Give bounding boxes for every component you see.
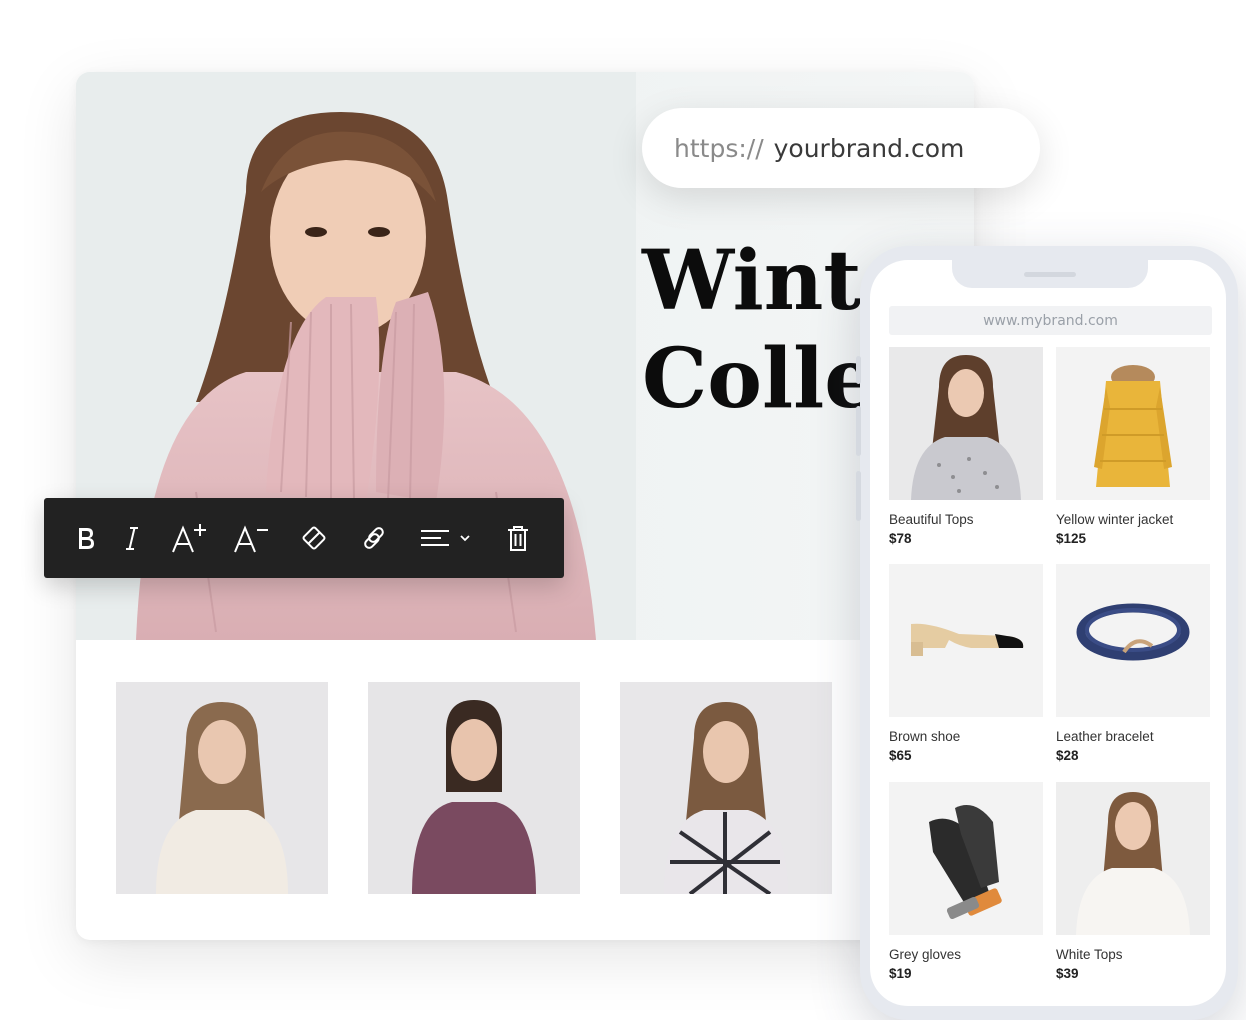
trash-icon xyxy=(508,526,528,551)
product-card[interactable]: Yellow winter jacket $125 xyxy=(1056,347,1210,546)
phone-screen: www.mybrand.com Beautiful Tops $78 Yello… xyxy=(870,260,1226,1006)
product-price: $28 xyxy=(1056,748,1079,763)
italic-icon xyxy=(126,527,138,550)
featured-product-image[interactable] xyxy=(368,682,580,894)
phone-side-button xyxy=(856,406,861,456)
align-left-icon xyxy=(421,530,449,546)
featured-product-image[interactable] xyxy=(620,682,832,894)
decrease-font-size-icon xyxy=(234,525,268,553)
increase-font-size-button[interactable] xyxy=(168,518,212,558)
product-name: Beautiful Tops xyxy=(889,512,974,527)
product-name: Leather bracelet xyxy=(1056,729,1154,744)
product-image[interactable] xyxy=(1056,782,1210,935)
product-image[interactable] xyxy=(889,564,1043,717)
delete-button[interactable] xyxy=(496,518,540,558)
product-price: $39 xyxy=(1056,966,1079,981)
product-price: $65 xyxy=(889,748,912,763)
bold-button[interactable] xyxy=(64,518,108,558)
product-name: Yellow winter jacket xyxy=(1056,512,1174,527)
product-card[interactable]: Beautiful Tops $78 xyxy=(889,347,1043,546)
decrease-font-size-button[interactable] xyxy=(230,518,274,558)
product-image[interactable] xyxy=(1056,347,1210,500)
product-card[interactable]: Brown shoe $65 xyxy=(889,564,1043,763)
website-url-bar[interactable]: https:// yourbrand.com xyxy=(642,108,1040,188)
phone-speaker xyxy=(1024,272,1076,277)
url-protocol: https:// xyxy=(674,133,764,163)
product-price: $125 xyxy=(1056,531,1087,546)
align-dropdown-button[interactable] xyxy=(414,518,476,558)
chevron-down-icon xyxy=(460,535,470,542)
link-icon xyxy=(364,527,384,549)
product-price: $78 xyxy=(889,531,912,546)
text-format-toolbar xyxy=(44,498,564,578)
increase-font-size-icon xyxy=(172,524,206,553)
product-name: Brown shoe xyxy=(889,729,961,744)
product-card[interactable]: Grey gloves $19 xyxy=(889,782,1043,981)
phone-side-button xyxy=(856,356,861,384)
featured-product-image[interactable] xyxy=(116,682,328,894)
insert-link-button[interactable] xyxy=(352,518,396,558)
clear-format-button[interactable] xyxy=(292,518,336,558)
product-image[interactable] xyxy=(1056,564,1210,717)
product-price: $19 xyxy=(889,966,912,981)
clear-format-icon xyxy=(302,526,326,550)
product-image[interactable] xyxy=(889,347,1043,500)
product-name: Grey gloves xyxy=(889,947,962,962)
product-card[interactable]: Leather bracelet $28 xyxy=(1056,564,1210,763)
italic-button[interactable] xyxy=(110,518,154,558)
bold-icon xyxy=(79,528,94,549)
mobile-url-bar[interactable]: www.mybrand.com xyxy=(889,306,1212,335)
featured-products xyxy=(116,682,896,894)
mobile-preview-phone: www.mybrand.com Beautiful Tops $78 Yello… xyxy=(856,246,1238,1020)
phone-side-button xyxy=(856,471,861,521)
product-image[interactable] xyxy=(889,782,1043,935)
phone-notch xyxy=(952,260,1148,288)
url-domain: yourbrand.com xyxy=(773,133,965,163)
product-card[interactable]: White Tops $39 xyxy=(1056,782,1210,981)
product-name: White Tops xyxy=(1056,947,1123,962)
